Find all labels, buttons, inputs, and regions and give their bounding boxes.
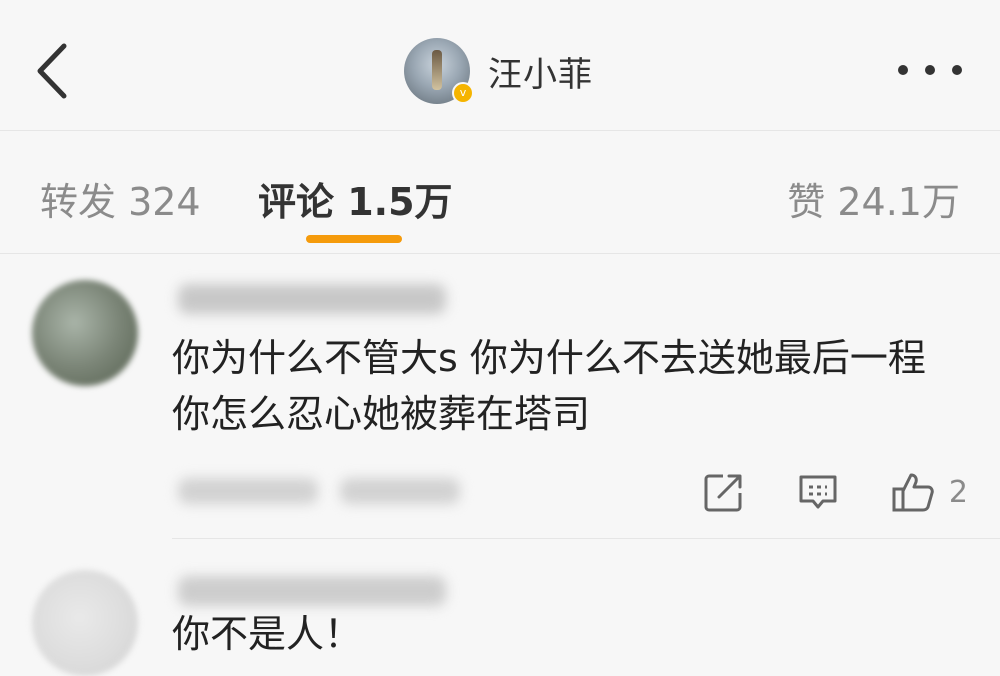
more-button[interactable] <box>898 52 962 88</box>
comment-meta-blurred <box>340 478 460 504</box>
thumbs-up-icon <box>892 473 934 512</box>
share-icon <box>704 474 742 512</box>
back-button[interactable] <box>28 38 84 104</box>
comment-text: 你为什么不管大s 你为什么不去送她最后一程 你怎么忍心她被葬在塔司 <box>172 336 926 436</box>
more-dots-icon <box>898 65 908 75</box>
top-bar: v 汪小菲 <box>0 0 1000 131</box>
more-dots-icon <box>925 65 935 75</box>
comment-text: 你不是人！ <box>172 612 363 656</box>
active-tab-indicator <box>306 235 402 243</box>
comment-meta-blurred <box>178 478 318 504</box>
like-count: 2 <box>948 474 968 510</box>
username[interactable]: 汪小菲 <box>488 47 593 96</box>
comment-icon <box>799 475 837 509</box>
like-comment-button[interactable]: 2 <box>891 470 968 514</box>
comment-divider <box>172 538 1000 539</box>
repost-comment-button[interactable] <box>703 471 745 513</box>
tab-likes[interactable]: 赞 24.1万 <box>787 171 960 226</box>
commenter-avatar[interactable] <box>32 280 138 386</box>
avatar-figure <box>432 50 442 90</box>
commenter-avatar[interactable] <box>32 570 138 676</box>
tab-bar: 转发 324 评论 1.5万 赞 24.1万 <box>0 131 1000 254</box>
avatar[interactable]: v <box>404 38 474 104</box>
reply-comment-button[interactable] <box>797 471 839 513</box>
comment-actions: 2 <box>651 470 968 514</box>
commenter-name-blurred[interactable] <box>178 576 446 606</box>
profile-header[interactable]: v 汪小菲 <box>404 38 593 104</box>
tab-comments[interactable]: 评论 1.5万 <box>258 171 453 226</box>
more-dots-icon <box>952 65 962 75</box>
back-arrow-icon <box>37 43 67 99</box>
commenter-name-blurred[interactable] <box>178 284 446 314</box>
tab-reposts[interactable]: 转发 324 <box>40 171 201 226</box>
verified-badge-icon: v <box>452 82 474 104</box>
